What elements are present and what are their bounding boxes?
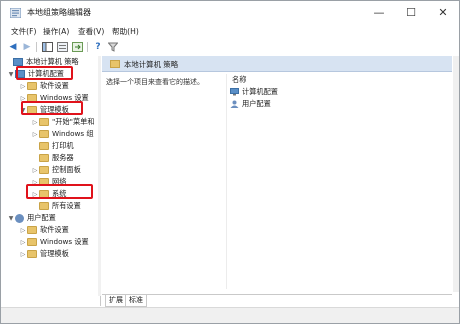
- folder-icon: [27, 226, 37, 234]
- window-title: 本地组策略编辑器: [27, 8, 91, 17]
- menu-action[interactable]: 操作(A): [43, 26, 69, 37]
- group-policy-editor-window: 本地组策略编辑器 — ☐ ✕ 文件(F) 操作(A) 查看(V) 帮助(H) ◀…: [0, 0, 460, 324]
- view-tabs: 扩展 标准: [102, 294, 452, 307]
- policy-app-icon: [10, 8, 21, 18]
- tree-item-user-software-settings[interactable]: ▷ 软件设置: [19, 224, 69, 236]
- folder-icon: [39, 142, 49, 150]
- folder-icon: [27, 82, 37, 90]
- export-list-icon[interactable]: [71, 41, 83, 53]
- list-item-label: 用户配置: [242, 99, 271, 108]
- policy-doc-icon: [13, 58, 23, 66]
- folder-icon: [27, 250, 37, 258]
- tab-extended[interactable]: 扩展: [105, 295, 127, 307]
- toolbar-separator-2: [87, 42, 88, 52]
- tab-standard[interactable]: 标准: [125, 295, 147, 307]
- control-panel-label: 控制面板: [52, 165, 81, 174]
- chevron-right-icon[interactable]: ▷: [31, 167, 39, 174]
- folder-icon: [27, 238, 37, 246]
- list-item-computer-config[interactable]: 计算机配置: [230, 87, 278, 97]
- software-settings-label: 软件设置: [40, 81, 69, 90]
- folder-icon: [110, 60, 120, 68]
- folder-icon: [39, 154, 49, 162]
- pane-divider: [226, 74, 227, 289]
- chevron-right-icon[interactable]: ▷: [19, 227, 27, 234]
- chevron-down-icon[interactable]: ▼: [7, 71, 15, 78]
- user-icon: [15, 213, 24, 223]
- highlight-computer-config: [16, 66, 73, 80]
- menu-view[interactable]: 查看(V): [78, 26, 104, 37]
- computer-icon: [230, 88, 239, 96]
- toolbar: ◀ ▶ ?: [1, 39, 459, 55]
- help-icon[interactable]: ?: [92, 41, 104, 53]
- folder-icon: [39, 118, 49, 126]
- tree-scrollbar[interactable]: [98, 56, 101, 296]
- back-arrow-icon[interactable]: ◀: [7, 41, 19, 53]
- user-config-label: 用户配置: [27, 213, 56, 222]
- properties-icon[interactable]: [56, 41, 68, 53]
- column-header-name[interactable]: 名称: [232, 75, 246, 85]
- minimize-button[interactable]: —: [363, 1, 395, 25]
- tree-item-all-settings[interactable]: 所有设置: [31, 200, 81, 212]
- folder-icon: [39, 166, 49, 174]
- user-software-settings-label: 软件设置: [40, 225, 69, 234]
- description-text: 选择一个项目来查看它的描述。: [106, 78, 204, 86]
- all-settings-label: 所有设置: [52, 201, 81, 210]
- chevron-right-icon[interactable]: ▷: [19, 83, 27, 90]
- tree-item-control-panel[interactable]: ▷ 控制面板: [31, 164, 81, 176]
- details-scrollbar[interactable]: [453, 56, 459, 292]
- folder-icon: [39, 202, 49, 210]
- tree-item-user-windows-settings[interactable]: ▷ Windows 设置: [19, 236, 89, 248]
- details-pane: 本地计算机 策略 选择一个项目来查看它的描述。 名称 计算机配置 用户配置: [102, 56, 452, 292]
- show-tree-icon[interactable]: [41, 41, 53, 53]
- tree-item-user-config[interactable]: ▼ 用户配置: [7, 212, 56, 224]
- toolbar-separator: [36, 42, 37, 52]
- details-header: 本地计算机 策略: [102, 56, 452, 72]
- windows-components-label: Windows 组: [52, 129, 94, 138]
- printers-label: 打印机: [52, 141, 74, 150]
- tree-item-server[interactable]: 服务器: [31, 152, 74, 164]
- tree-item-user-admin-templates[interactable]: ▷ 管理模板: [19, 248, 69, 260]
- chevron-down-icon[interactable]: ▼: [7, 215, 15, 222]
- filter-icon[interactable]: [107, 41, 119, 53]
- tree-item-printers[interactable]: 打印机: [31, 140, 74, 152]
- chevron-right-icon[interactable]: ▷: [31, 131, 39, 138]
- tree-pane: 本地计算机 策略 ▼ 计算机配置 ▷ 软件设置 ▷ Windows 设置 ▼ 管…: [5, 56, 101, 306]
- tree-item-windows-components[interactable]: ▷ Windows 组: [31, 128, 94, 140]
- highlight-admin-templates: [21, 101, 83, 115]
- highlight-system: [26, 184, 93, 199]
- chevron-right-icon[interactable]: ▷: [19, 251, 27, 258]
- forward-arrow-icon[interactable]: ▶: [21, 41, 33, 53]
- start-menu-label: "开始"菜单和: [52, 117, 95, 126]
- tree-item-start-menu[interactable]: ▷ "开始"菜单和: [31, 116, 95, 128]
- status-bar: [1, 307, 459, 323]
- chevron-right-icon[interactable]: ▷: [19, 239, 27, 246]
- menu-file[interactable]: 文件(F): [11, 26, 36, 37]
- maximize-button[interactable]: ☐: [395, 1, 427, 25]
- list-item-user-config[interactable]: 用户配置: [230, 99, 271, 109]
- title-bar: 本地组策略编辑器 — ☐ ✕: [1, 1, 459, 25]
- user-admin-templates-label: 管理模板: [40, 249, 69, 258]
- details-header-label: 本地计算机 策略: [124, 60, 179, 69]
- chevron-right-icon[interactable]: ▷: [31, 119, 39, 126]
- server-label: 服务器: [52, 153, 74, 162]
- user-windows-settings-label: Windows 设置: [40, 237, 89, 246]
- folder-icon: [39, 130, 49, 138]
- close-button[interactable]: ✕: [427, 1, 459, 25]
- menu-help[interactable]: 帮助(H): [112, 26, 139, 37]
- menu-bar: 文件(F) 操作(A) 查看(V) 帮助(H): [1, 25, 459, 39]
- tree-item-software-settings[interactable]: ▷ 软件设置: [19, 80, 69, 92]
- list-item-label: 计算机配置: [242, 87, 278, 96]
- user-icon: [230, 100, 239, 108]
